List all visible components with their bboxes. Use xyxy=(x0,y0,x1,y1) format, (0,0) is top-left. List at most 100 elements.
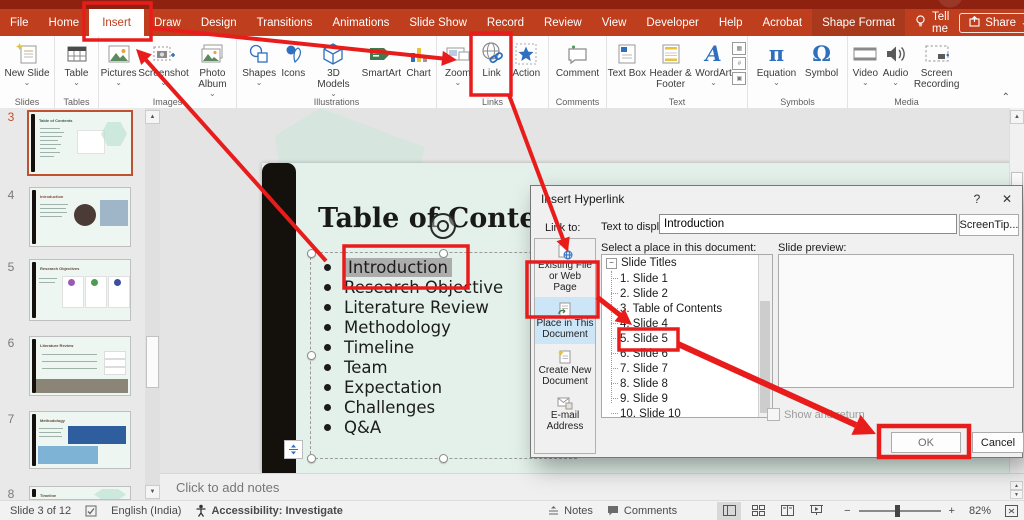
thumbnail-slide-6[interactable]: Literature Review xyxy=(29,336,131,396)
icons-button[interactable]: Icons xyxy=(281,38,305,79)
canvas-scroll-next-icon[interactable]: ▼ xyxy=(1010,490,1023,499)
tree-item-slide-7[interactable]: 7. Slide 7 xyxy=(602,361,772,376)
accessibility-status[interactable]: Accessibility: Investigate xyxy=(211,505,342,517)
thumbnail-scrollbar[interactable]: ▲ ▼ xyxy=(145,108,160,500)
zoom-slider[interactable] xyxy=(858,504,941,517)
3d-models-button[interactable]: 3D Models ⌄ xyxy=(310,38,356,98)
tree-root-row[interactable]: − Slide Titles xyxy=(602,255,772,271)
tree-item-slide-1[interactable]: 1. Slide 1 xyxy=(602,271,772,286)
slide-sorter-view-button[interactable] xyxy=(746,502,770,520)
tab-draw[interactable]: Draw xyxy=(144,9,191,36)
tree-item-slide-10[interactable]: 10. Slide 10 xyxy=(602,406,772,417)
tab-view[interactable]: View xyxy=(592,9,637,36)
tab-file[interactable]: File xyxy=(0,9,39,36)
header-footer-button[interactable]: Header & Footer xyxy=(647,38,695,90)
link-to-existing-file[interactable]: Existing File or Web Page xyxy=(535,239,595,297)
fit-to-window-button[interactable] xyxy=(1005,504,1018,517)
text-box-button[interactable]: Text Box xyxy=(608,38,646,79)
share-button[interactable]: Share ⌄ xyxy=(959,12,1024,33)
screenshot-button[interactable]: Screenshot ⌄ xyxy=(138,38,189,87)
tab-review[interactable]: Review xyxy=(534,9,592,36)
table-button[interactable]: Table ⌄ xyxy=(65,38,89,87)
action-button[interactable]: Action xyxy=(512,38,540,79)
tab-transitions[interactable]: Transitions xyxy=(247,9,323,36)
cancel-button[interactable]: Cancel xyxy=(972,432,1024,453)
collapse-ribbon-icon[interactable]: ⌃ xyxy=(1002,92,1010,103)
zoom-level[interactable]: 82% xyxy=(969,505,991,517)
tab-help[interactable]: Help xyxy=(709,9,753,36)
document-place-tree[interactable]: − Slide Titles 1. Slide 1 2. Slide 2 3. … xyxy=(601,254,773,418)
tree-scrollbar[interactable] xyxy=(758,255,772,417)
tree-item-slide-4[interactable]: 4. Slide 4 xyxy=(602,316,772,331)
photo-album-button[interactable]: Photo Album ⌄ xyxy=(190,38,234,98)
zoom-slider-thumb[interactable] xyxy=(894,504,900,517)
audio-button[interactable]: Audio ⌄ xyxy=(883,38,908,87)
dialog-title-bar[interactable]: Insert Hyperlink ? ✕ xyxy=(531,186,1022,212)
notes-toggle[interactable]: Notes xyxy=(548,505,593,517)
ok-button[interactable]: OK xyxy=(891,432,961,453)
text-to-display-input[interactable] xyxy=(659,214,957,234)
tree-item-table-of-contents[interactable]: 3. Table of Contents xyxy=(602,301,772,316)
tree-item-slide-8[interactable]: 8. Slide 8 xyxy=(602,376,772,391)
bullet-introduction[interactable]: Introduction xyxy=(344,257,452,277)
symbol-button[interactable]: Ω Symbol xyxy=(805,38,838,79)
tree-collapse-icon[interactable]: − xyxy=(606,257,617,269)
thumbnail-slide-3[interactable]: Table of Contents xyxy=(27,110,133,176)
video-button[interactable]: Video ⌄ xyxy=(852,38,878,87)
screentip-button[interactable]: ScreenTip... xyxy=(959,214,1019,236)
tab-record[interactable]: Record xyxy=(477,9,534,36)
thumbnail-scrollbar-thumb[interactable] xyxy=(146,336,159,388)
dialog-close-button[interactable]: ✕ xyxy=(992,186,1022,212)
chart-button[interactable]: Chart xyxy=(406,38,431,79)
resize-handle[interactable] xyxy=(307,351,316,360)
link-to-place-in-document[interactable]: Place in This Document xyxy=(535,297,595,344)
tree-item-slide-2[interactable]: 2. Slide 2 xyxy=(602,286,772,301)
comments-toggle[interactable]: Comments xyxy=(607,505,677,517)
object-button[interactable]: ▣ xyxy=(732,72,747,85)
language-status[interactable]: English (India) xyxy=(111,505,181,517)
thumbnail-scroll-up-icon[interactable]: ▲ xyxy=(145,110,160,124)
slide-bullet-list[interactable]: Introduction Research Objective Literatu… xyxy=(324,257,503,437)
tab-developer[interactable]: Developer xyxy=(636,9,708,36)
new-slide-button[interactable]: New Slide ⌄ xyxy=(4,38,50,87)
zoom-button[interactable]: Zoom ⌄ xyxy=(445,38,471,87)
tree-item-slide-9[interactable]: 9. Slide 9 xyxy=(602,391,772,406)
normal-view-button[interactable] xyxy=(717,501,742,520)
notes-pane[interactable]: Click to add notes xyxy=(160,473,1024,500)
tab-insert[interactable]: Insert xyxy=(89,9,144,36)
canvas-scroll-up-icon[interactable]: ▲ xyxy=(1010,110,1024,124)
autofit-options-button[interactable] xyxy=(284,440,303,459)
date-time-button[interactable]: ▦ xyxy=(732,42,747,55)
tab-acrobat[interactable]: Acrobat xyxy=(753,9,813,36)
pictures-button[interactable]: Pictures ⌄ xyxy=(101,38,137,87)
wordart-button[interactable]: A WordArt ⌄ xyxy=(695,38,732,87)
zoom-in-button[interactable]: + xyxy=(949,505,955,517)
comment-button[interactable]: Comment xyxy=(556,38,599,79)
thumbnail-slide-7[interactable]: Methodology xyxy=(29,411,131,469)
tree-item-slide-6[interactable]: 6. Slide 6 xyxy=(602,346,772,361)
shapes-button[interactable]: Shapes ⌄ xyxy=(242,38,276,87)
slide-number-button[interactable]: # xyxy=(732,57,747,70)
link-to-create-new-document[interactable]: Create New Document xyxy=(535,344,595,391)
thumbnail-slide-8[interactable]: Timeline xyxy=(29,486,131,500)
thumbnail-slide-5[interactable]: Research Objectives xyxy=(29,259,131,321)
zoom-out-button[interactable]: − xyxy=(844,505,850,517)
thumbnail-slide-4[interactable]: Introduction xyxy=(29,187,131,247)
tree-scrollbar-thumb[interactable] xyxy=(760,301,770,413)
tab-slide-show[interactable]: Slide Show xyxy=(399,9,477,36)
resize-handle[interactable] xyxy=(307,249,316,258)
smartart-button[interactable]: SmartArt xyxy=(362,38,401,79)
tab-design[interactable]: Design xyxy=(191,9,247,36)
canvas-scroll-prev-icon[interactable]: ▲ xyxy=(1010,481,1023,490)
screen-recording-button[interactable]: Screen Recording xyxy=(913,38,961,90)
spell-check-icon[interactable] xyxy=(85,505,97,517)
tell-me-box[interactable]: Tell me xyxy=(905,9,959,36)
tree-item-slide-5[interactable]: 5. Slide 5 xyxy=(602,331,772,346)
resize-handle[interactable] xyxy=(307,454,316,463)
link-to-email-address[interactable]: E-mail Address xyxy=(535,391,595,436)
tab-shape-format[interactable]: Shape Format xyxy=(812,9,906,36)
thumbnail-scroll-down-icon[interactable]: ▼ xyxy=(145,485,160,499)
tab-animations[interactable]: Animations xyxy=(322,9,399,36)
tab-home[interactable]: Home xyxy=(39,9,90,36)
slide-show-button[interactable] xyxy=(804,502,828,520)
